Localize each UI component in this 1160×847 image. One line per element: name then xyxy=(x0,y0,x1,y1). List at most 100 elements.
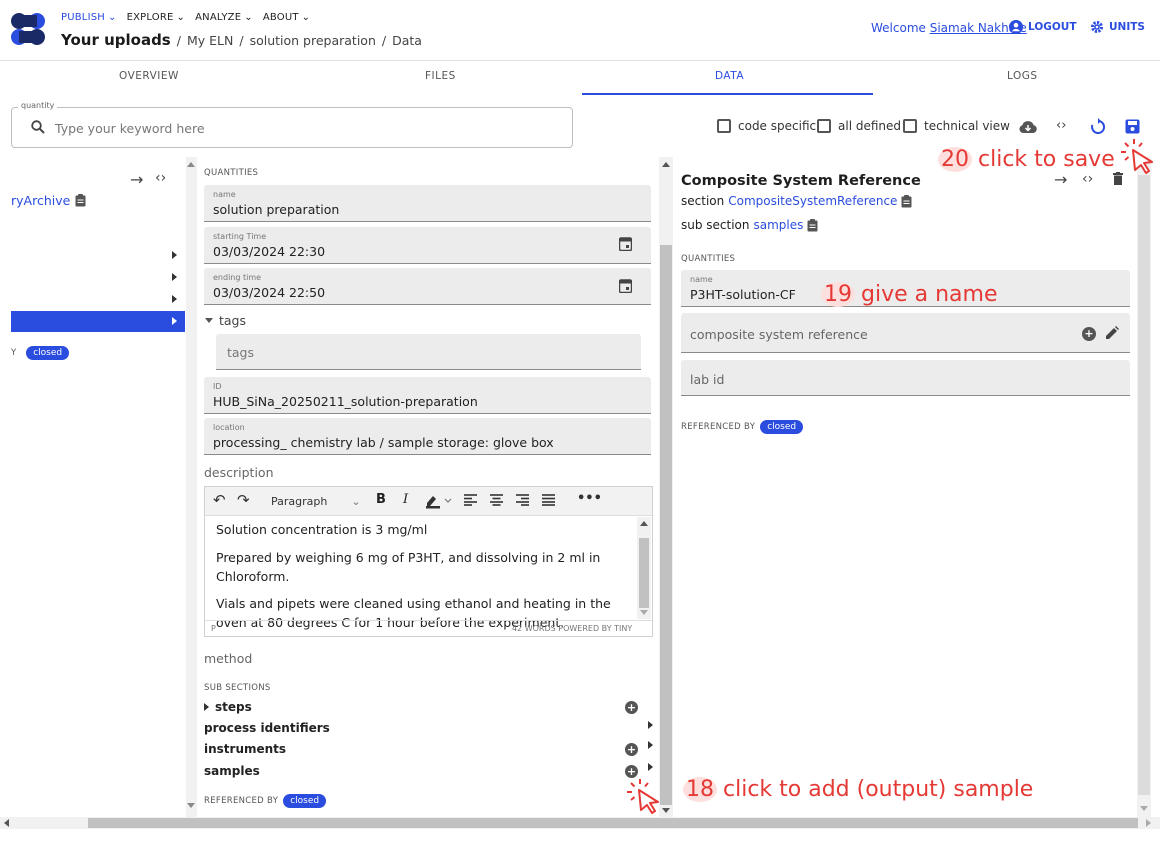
expand-icon[interactable] xyxy=(648,721,653,729)
tab-indicator xyxy=(582,93,873,95)
tab-files[interactable]: FILES xyxy=(425,70,456,82)
all-defined-checkbox[interactable]: all defined xyxy=(817,119,901,133)
undo-icon[interactable]: ↶ xyxy=(213,491,226,509)
right-scroll-thumb[interactable] xyxy=(1138,175,1150,795)
save-icon[interactable] xyxy=(1125,119,1140,134)
section-link[interactable]: CompositeSystemReference xyxy=(728,194,897,208)
breadcrumb-upload[interactable]: My ELN xyxy=(187,33,233,48)
tab-logs[interactable]: LOGS xyxy=(1007,70,1038,82)
id-label: ID xyxy=(213,382,222,391)
code-icon[interactable]: ‹› xyxy=(1082,171,1093,187)
highlight-icon[interactable] xyxy=(425,493,453,509)
search-icon xyxy=(31,120,45,134)
add-steps-icon[interactable]: + xyxy=(625,701,638,714)
annotation-save: 20 click to save xyxy=(938,147,1115,172)
scroll-down-icon[interactable] xyxy=(640,610,648,615)
nomad-logo[interactable] xyxy=(10,12,46,46)
align-right-icon[interactable] xyxy=(516,494,529,506)
middle-scroll-thumb[interactable] xyxy=(660,245,672,805)
lab-id-field[interactable] xyxy=(681,360,1130,396)
italic-icon[interactable]: I xyxy=(403,492,408,507)
calendar-icon[interactable] xyxy=(619,236,632,251)
selected-row[interactable] xyxy=(11,311,185,332)
breadcrumb-entry[interactable]: solution preparation xyxy=(250,33,376,48)
chevron-down-icon: ⌄ xyxy=(301,12,311,23)
name-label: name xyxy=(213,190,236,199)
scroll-down-icon[interactable] xyxy=(187,803,195,808)
left-scrollbar[interactable] xyxy=(186,157,197,817)
expand-icon xyxy=(172,317,177,325)
horizontal-scroll-thumb[interactable] xyxy=(88,818,1138,828)
nav-analyze[interactable]: ANALYZE ⌄ xyxy=(195,12,253,23)
scroll-left-icon[interactable] xyxy=(4,819,9,827)
logout-button[interactable]: LOGOUT xyxy=(1009,20,1076,34)
reload-icon[interactable] xyxy=(1091,118,1105,134)
arrow-right-icon[interactable]: → xyxy=(1054,170,1067,189)
expand-icon[interactable] xyxy=(172,273,177,281)
closed-chip[interactable]: closed xyxy=(283,794,327,808)
edit-pencil-icon[interactable] xyxy=(1105,326,1119,340)
tags-toggle[interactable]: tags xyxy=(205,313,246,328)
starting-time-label: starting Time xyxy=(213,232,267,241)
redo-icon[interactable]: ↷ xyxy=(237,491,250,509)
technical-view-checkbox[interactable]: technical view xyxy=(903,119,1010,133)
editor-content[interactable]: Solution concentration is 3 mg/ml Prepar… xyxy=(216,521,626,633)
subsection-samples[interactable]: samples xyxy=(204,764,260,778)
expand-icon[interactable] xyxy=(172,251,177,259)
subsection-instruments[interactable]: instruments xyxy=(204,742,286,756)
add-samples-icon[interactable]: + xyxy=(625,765,638,778)
align-center-icon[interactable] xyxy=(490,494,503,506)
editor-scroll-thumb[interactable] xyxy=(639,538,649,608)
cursor-click-icon xyxy=(1121,139,1153,174)
add-instruments-icon[interactable]: + xyxy=(625,743,638,756)
cloud-download-icon[interactable] xyxy=(1018,120,1038,134)
editor-line-1: Solution concentration is 3 mg/ml xyxy=(216,522,428,537)
arrow-right-icon[interactable]: → xyxy=(130,170,143,189)
align-left-icon[interactable] xyxy=(464,494,477,506)
scroll-up-icon[interactable] xyxy=(187,162,195,167)
breadcrumb-uploads[interactable]: Your uploads xyxy=(61,31,171,49)
nav-publish[interactable]: PUBLISH ⌄ xyxy=(61,12,117,23)
annotation-add-sample: 18 click to add (output) sample xyxy=(683,777,1033,802)
closed-chip[interactable]: closed xyxy=(760,420,804,434)
tab-data[interactable]: DATA xyxy=(715,70,744,82)
scroll-up-icon[interactable] xyxy=(640,521,648,526)
subsection-steps[interactable]: steps xyxy=(204,700,252,714)
closed-chip[interactable]: closed xyxy=(26,346,70,360)
section-definition: section CompositeSystemReference xyxy=(681,194,912,208)
search-placeholder: Type your keyword here xyxy=(55,121,205,136)
expand-icon[interactable] xyxy=(648,741,653,749)
subsection-link[interactable]: samples xyxy=(754,218,804,232)
align-justify-icon[interactable] xyxy=(542,494,555,506)
middle-referenced-by: REFERENCED BY closed xyxy=(204,794,327,808)
chevron-down-icon: ⌄ xyxy=(244,12,253,23)
scroll-up-icon[interactable] xyxy=(662,162,670,167)
tags-input[interactable] xyxy=(216,334,641,370)
calendar-icon[interactable] xyxy=(619,278,632,293)
breadcrumb: Your uploads / My ELN / solution prepara… xyxy=(61,31,422,49)
gear-icon xyxy=(1091,21,1103,33)
paragraph-select[interactable]: Paragraph ⌄ xyxy=(271,495,361,508)
units-button[interactable]: UNITS xyxy=(1090,20,1145,34)
nav-explore[interactable]: EXPLORE ⌄ xyxy=(127,12,186,23)
add-reference-icon[interactable]: + xyxy=(1082,327,1096,341)
clipboard-icon[interactable] xyxy=(807,218,818,232)
clipboard-icon[interactable] xyxy=(901,194,912,208)
expand-icon[interactable] xyxy=(172,295,177,303)
subsection-process-identifiers[interactable]: process identifiers xyxy=(204,721,330,735)
code-specific-checkbox[interactable]: code specific xyxy=(717,119,816,133)
bold-icon[interactable]: B xyxy=(376,492,386,507)
tab-overview[interactable]: OVERVIEW xyxy=(119,70,179,82)
code-icon[interactable]: ‹› xyxy=(1056,118,1066,133)
ending-time-label: ending time xyxy=(213,273,262,282)
id-value: HUB_SiNa_20250211_solution-preparation xyxy=(213,394,478,409)
more-icon[interactable]: ••• xyxy=(577,491,602,506)
scroll-right-icon[interactable] xyxy=(1146,819,1151,827)
archive-link[interactable]: ryArchive xyxy=(11,193,86,208)
code-icon[interactable]: ‹› xyxy=(155,170,166,186)
description-label: description xyxy=(204,465,274,480)
nav-about[interactable]: ABOUT ⌄ xyxy=(263,12,310,23)
composite-system-reference-label: composite system reference xyxy=(690,327,868,342)
expand-icon[interactable] xyxy=(648,763,653,771)
scroll-down-icon[interactable] xyxy=(1140,806,1148,811)
